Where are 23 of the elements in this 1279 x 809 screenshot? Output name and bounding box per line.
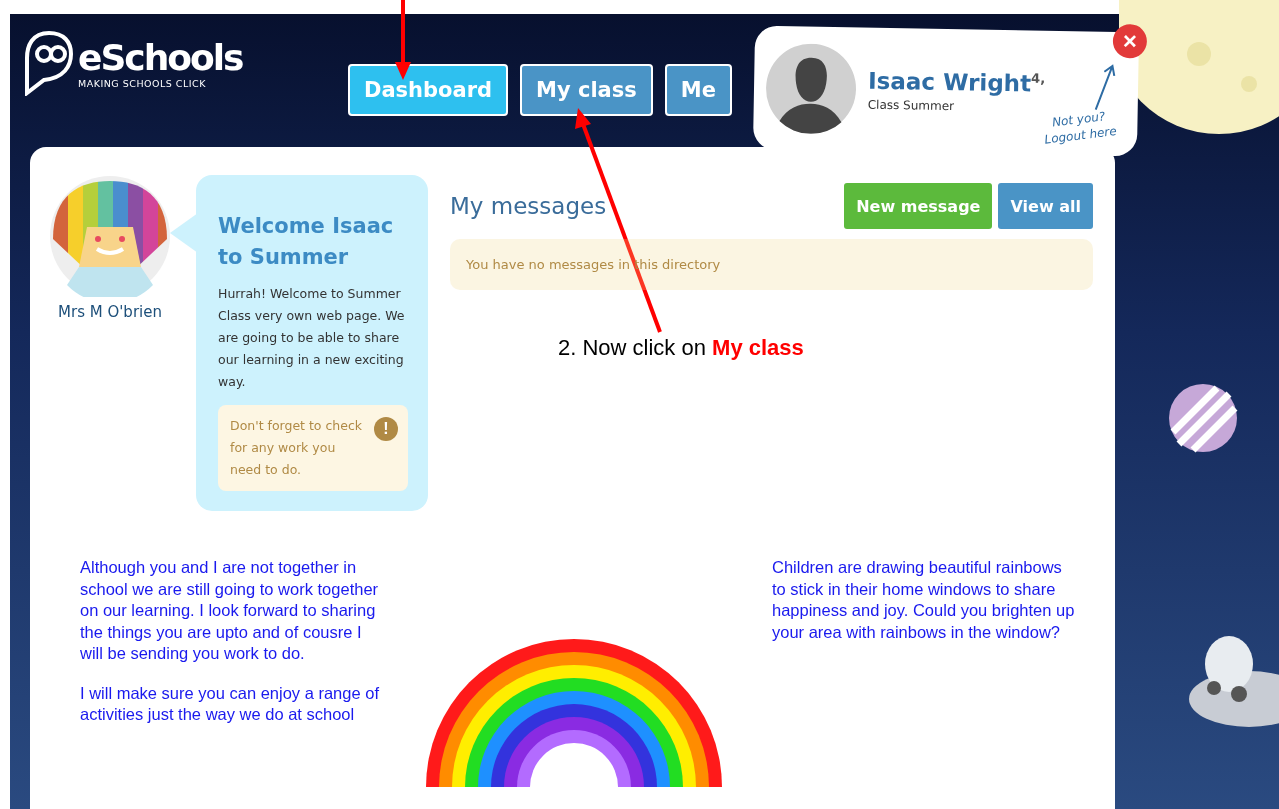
user-avatar-icon <box>765 42 857 135</box>
user-name: Isaac Wright$^{4,}$ <box>867 67 1046 97</box>
teacher-name: Mrs M O'brien <box>58 303 162 321</box>
reminder-text: Don't forget to check for any work you need to do. <box>230 418 363 477</box>
messages-title: My messages <box>450 193 608 219</box>
owl-logo-icon <box>24 30 74 96</box>
logo-wordmark: eSchools <box>78 37 243 78</box>
message-button[interactable]: New message <box>844 183 993 229</box>
welcome-title: Welcome Isaac to Summer <box>218 213 395 271</box>
user-class: Class Summer <box>867 97 956 115</box>
paragraph: Although you and I are not together in school we are still going to work together on our learning. I look forward to sharing the things you are upto and of cousre I will be sending you work to do. <box>80 557 380 664</box>
nav-tab[interactable]: Dashboard <box>348 64 509 116</box>
planet-drawing <box>1167 382 1239 454</box>
welcome-text: Hurrah! Welcome to Summer Class very own web page. We are going to be able to share our learning in a new exciting way. <box>218 285 406 391</box>
annotation-text: 2. Now click on My class <box>558 335 804 361</box>
nav-tab[interactable]: My class <box>520 64 653 116</box>
logout-hint[interactable]: Not you? Logout here <box>1041 107 1117 148</box>
paragraph: I will make sure you can enjoy a range of activities just the way we do at school <box>80 682 380 725</box>
logo-tagline: MAKING SCHOOLS CLICK <box>78 77 207 89</box>
message-button[interactable]: View all <box>998 183 1093 229</box>
paragraph: Children are drawing beautiful rainbows to stick in their home windows to share happiness and joy. Could you brighten up your area with rainbows in the window? <box>772 557 1076 643</box>
nav-tab[interactable]: Me <box>664 64 732 116</box>
warning-icon: ! <box>374 417 398 441</box>
